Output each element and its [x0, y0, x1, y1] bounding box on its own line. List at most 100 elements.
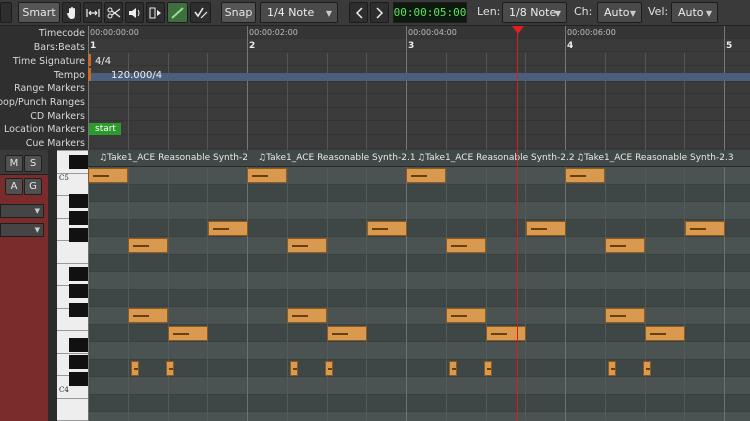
midi-note[interactable]: [290, 360, 298, 376]
channel-dropdown[interactable]: Auto ▼: [597, 2, 642, 23]
timecode-tick: 00:00:04:00: [408, 28, 457, 37]
black-key[interactable]: [69, 338, 88, 352]
midi-note[interactable]: [327, 325, 367, 341]
midi-note[interactable]: [88, 168, 128, 183]
midi-note[interactable]: [406, 168, 446, 183]
time-signature-ruler[interactable]: [88, 53, 750, 66]
cue-markers-ruler[interactable]: [88, 136, 750, 149]
cut-tool-icon[interactable]: [104, 2, 123, 23]
piano-keys[interactable]: C5 C4: [57, 150, 88, 421]
location-markers-ruler[interactable]: [88, 122, 750, 135]
note-lane[interactable]: [88, 394, 750, 412]
ruler-area[interactable]: 00:00:00:00 00:00:02:00 00:00:04:00 00:0…: [88, 26, 750, 150]
range-markers-ruler[interactable]: [88, 81, 750, 94]
black-key[interactable]: [69, 284, 88, 298]
black-key[interactable]: [69, 155, 88, 169]
midi-note[interactable]: [449, 360, 457, 376]
note-lane[interactable]: [88, 412, 750, 421]
track-option-dropdown[interactable]: ▼: [0, 223, 44, 237]
piano-keyboard[interactable]: C5 C4: [57, 150, 88, 421]
midi-note[interactable]: [605, 238, 645, 253]
tempo-curve[interactable]: [88, 73, 750, 81]
midi-note[interactable]: [325, 360, 333, 376]
midi-note[interactable]: [486, 325, 526, 341]
midi-region[interactable]: ♫Take1_ACE Reasonable Synth-2 ♫Take1_ACE…: [88, 150, 750, 421]
midi-note[interactable]: [446, 308, 486, 323]
stretch-tool-icon[interactable]: [146, 2, 165, 23]
black-key[interactable]: [69, 211, 88, 225]
loop-punch-ruler[interactable]: [88, 95, 750, 108]
midi-note[interactable]: [446, 238, 486, 253]
track-option-dropdown[interactable]: ▼: [0, 204, 44, 218]
beat-line: [128, 53, 129, 150]
midi-note[interactable]: [605, 308, 645, 323]
beat-line: [645, 53, 646, 150]
midi-note[interactable]: [131, 360, 139, 376]
midi-note[interactable]: [645, 325, 685, 341]
black-key[interactable]: [69, 372, 88, 386]
midi-note[interactable]: [168, 325, 208, 341]
black-key[interactable]: [69, 228, 88, 242]
note-lane[interactable]: [88, 237, 750, 255]
playhead[interactable]: [517, 26, 518, 421]
header-divider[interactable]: [48, 150, 57, 421]
midi-note[interactable]: [608, 360, 616, 376]
draw-tool-icon[interactable]: [167, 2, 188, 23]
midi-note[interactable]: [685, 220, 725, 236]
midi-note[interactable]: [208, 220, 248, 236]
channel-value: Auto: [604, 6, 630, 19]
midi-note[interactable]: [565, 168, 605, 183]
black-key[interactable]: [69, 194, 88, 208]
time-signature-marker[interactable]: [88, 54, 91, 66]
range-tool-icon[interactable]: [83, 2, 102, 23]
velocity-dropdown[interactable]: Auto ▼: [671, 2, 718, 23]
note-lane[interactable]: [88, 272, 750, 290]
tempo-marker[interactable]: [88, 68, 91, 81]
note-lane[interactable]: [88, 219, 750, 237]
midi-note[interactable]: [247, 168, 287, 183]
solo-button[interactable]: S: [24, 155, 42, 172]
grab-tool-icon[interactable]: [62, 2, 81, 23]
note-lane[interactable]: [88, 307, 750, 325]
time-signature-value[interactable]: 4/4: [95, 56, 111, 67]
midi-note[interactable]: [367, 220, 407, 236]
note-lane[interactable]: [88, 184, 750, 202]
nudge-back-button[interactable]: [349, 2, 368, 23]
playhead-handle[interactable]: [512, 26, 524, 34]
note-velocity-bar: [610, 245, 626, 247]
start-location-marker[interactable]: start: [89, 123, 121, 135]
nudge-clock[interactable]: 00:00:05:00: [393, 2, 467, 23]
midi-note[interactable]: [166, 360, 174, 376]
note-lane[interactable]: [88, 254, 750, 272]
note-lane[interactable]: [88, 202, 750, 220]
bar-number: 2: [249, 41, 256, 51]
black-key[interactable]: [69, 267, 88, 281]
midi-note[interactable]: [484, 360, 492, 376]
group-button[interactable]: G: [24, 178, 42, 195]
note-length-dropdown[interactable]: 1/8 Note ▼: [502, 2, 567, 23]
bars-beats-ruler[interactable]: [88, 39, 750, 52]
cd-markers-ruler[interactable]: [88, 108, 750, 121]
note-lane[interactable]: [88, 289, 750, 307]
audition-tool-icon[interactable]: [125, 2, 144, 23]
midi-note[interactable]: [287, 238, 327, 253]
black-key[interactable]: [69, 355, 88, 369]
note-velocity-bar: [328, 367, 332, 370]
black-key[interactable]: [69, 303, 88, 317]
mute-button[interactable]: M: [5, 155, 23, 172]
octave-label-c4: C4: [59, 386, 69, 394]
midi-note[interactable]: [287, 308, 327, 323]
automation-button[interactable]: A: [5, 178, 23, 195]
nudge-forward-button[interactable]: [370, 2, 389, 23]
midi-note[interactable]: [128, 238, 168, 253]
midi-note[interactable]: [643, 360, 651, 376]
note-lane[interactable]: [88, 342, 750, 360]
smart-mode-button[interactable]: Smart: [18, 2, 60, 23]
tempo-value[interactable]: 120.000/4: [111, 70, 162, 81]
snap-button[interactable]: Snap: [221, 2, 256, 23]
internal-edit-tool-icon[interactable]: [190, 2, 211, 23]
note-lane[interactable]: [88, 377, 750, 395]
midi-note[interactable]: [128, 308, 168, 323]
midi-note[interactable]: [526, 220, 566, 236]
grid-type-dropdown[interactable]: 1/4 Note ▼: [260, 2, 338, 23]
